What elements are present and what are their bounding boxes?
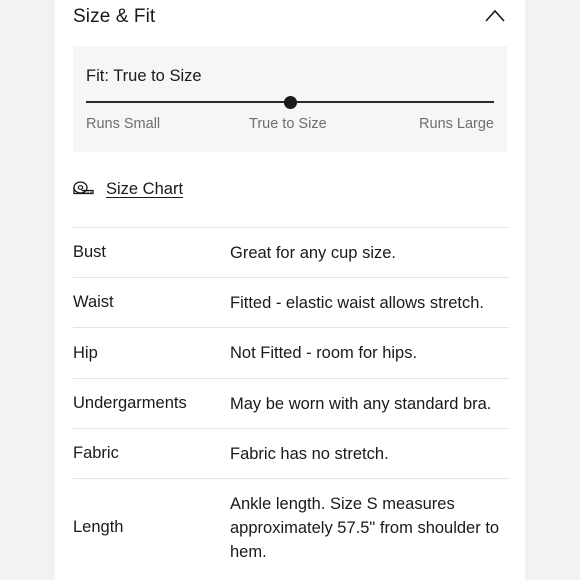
size-chart-label: Size Chart (106, 179, 184, 198)
measuring-tape-icon (73, 181, 94, 195)
size-fit-header[interactable]: Size & Fit (73, 0, 507, 36)
fit-scale-runs-large: Runs Large (419, 116, 494, 132)
detail-value: Fabric has no stretch. (230, 444, 389, 463)
size-fit-panel: Size & Fit Fit: True to Size Runs Small … (55, 0, 525, 580)
detail-value: Ankle length. Size S measures approximat… (230, 494, 500, 561)
chevron-up-icon[interactable] (485, 9, 505, 23)
detail-row-undergarments: Undergarments May be worn with any stand… (73, 378, 509, 428)
detail-label: Waist (73, 293, 114, 311)
detail-row-hip: Hip Not Fitted - room for hips. (73, 327, 509, 378)
section-title: Size & Fit (73, 6, 156, 27)
detail-value: Fitted - elastic waist allows stretch. (230, 293, 484, 312)
detail-row-length: Length Ankle length. Size S measures app… (73, 478, 509, 576)
fit-indicator: Fit: True to Size Runs Small True to Siz… (73, 46, 507, 152)
detail-row-bust: Bust Great for any cup size. (73, 227, 509, 277)
detail-value: May be worn with any standard bra. (230, 394, 492, 413)
fit-scale-runs-small: Runs Small (86, 116, 161, 132)
fit-details-table: Bust Great for any cup size. Waist Fitte… (73, 227, 509, 576)
detail-row-waist: Waist Fitted - elastic waist allows stre… (73, 277, 509, 327)
fit-scale-true-to-size: True to Size (249, 116, 327, 132)
detail-label: Bust (73, 243, 107, 261)
detail-label: Fabric (73, 444, 119, 462)
fit-label: Fit: True to Size (86, 67, 202, 85)
detail-value: Great for any cup size. (230, 243, 396, 262)
fit-scale-marker (283, 95, 297, 109)
detail-row-fabric: Fabric Fabric has no stretch. (73, 428, 509, 478)
fit-scale-track (86, 95, 494, 109)
detail-label: Length (73, 518, 124, 536)
detail-value: Not Fitted - room for hips. (230, 344, 418, 362)
size-chart-link[interactable]: Size Chart (73, 177, 183, 201)
detail-label: Hip (73, 343, 98, 362)
detail-label: Undergarments (73, 394, 187, 412)
